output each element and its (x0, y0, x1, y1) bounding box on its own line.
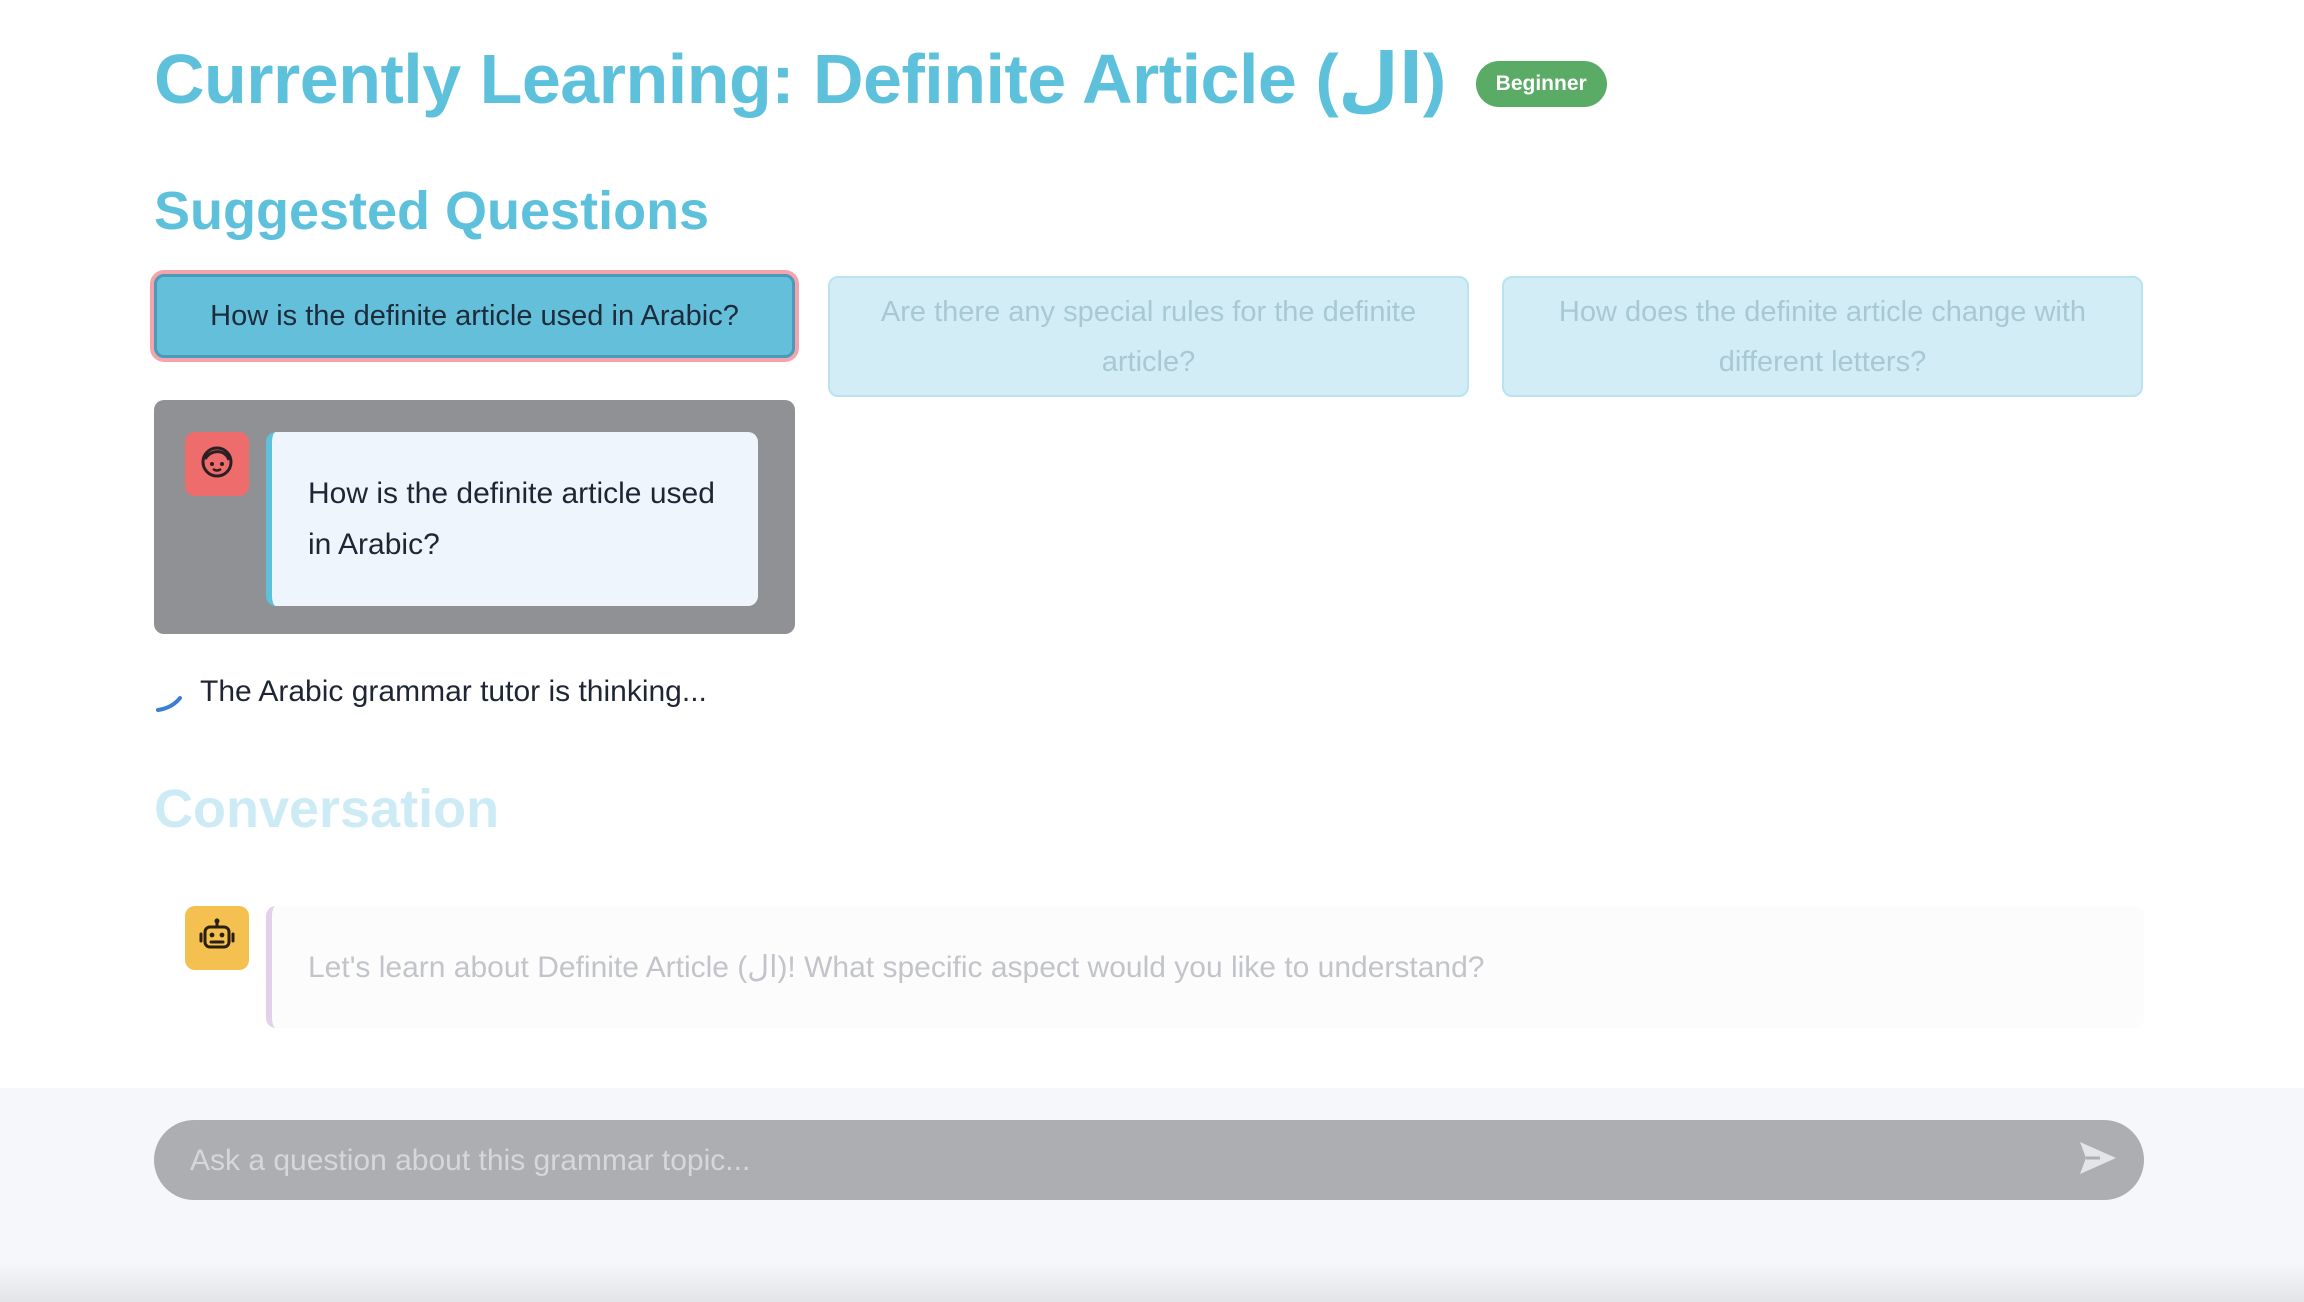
assistant-avatar (185, 906, 249, 970)
suggested-question-button-1[interactable]: How is the definite article used in Arab… (154, 274, 795, 358)
title-row: Currently Learning: Definite Article (ال… (154, 34, 1607, 124)
chat-input-bar (0, 1088, 2304, 1302)
thinking-status: The Arabic grammar tutor is thinking... (154, 668, 707, 716)
chat-input-container[interactable] (154, 1120, 2144, 1202)
page-title: Currently Learning: Definite Article (ال… (154, 40, 1446, 118)
conversation-heading: Conversation (154, 779, 500, 839)
level-badge: Beginner (1475, 61, 1607, 107)
bottom-shade (0, 1262, 2304, 1302)
thinking-text: The Arabic grammar tutor is thinking... (200, 675, 707, 708)
user-message-panel: How is the definite article used in Arab… (154, 400, 795, 634)
loading-spinner-icon (154, 684, 186, 716)
suggested-question-button-3[interactable]: How does the definite article change wit… (1502, 276, 2143, 397)
robot-icon (198, 917, 236, 960)
suggested-question-button-2[interactable]: Are there any special rules for the defi… (828, 276, 1469, 397)
chat-input[interactable] (188, 1120, 2032, 1202)
face-icon (199, 444, 235, 485)
user-avatar (185, 432, 249, 496)
user-message-bubble: How is the definite article used in Arab… (266, 432, 758, 606)
send-icon (2078, 1140, 2118, 1181)
suggested-questions-heading: Suggested Questions (154, 181, 710, 241)
assistant-message-bubble: Let's learn about Definite Article (ال)!… (266, 906, 2144, 1028)
send-button[interactable] (2074, 1136, 2122, 1184)
